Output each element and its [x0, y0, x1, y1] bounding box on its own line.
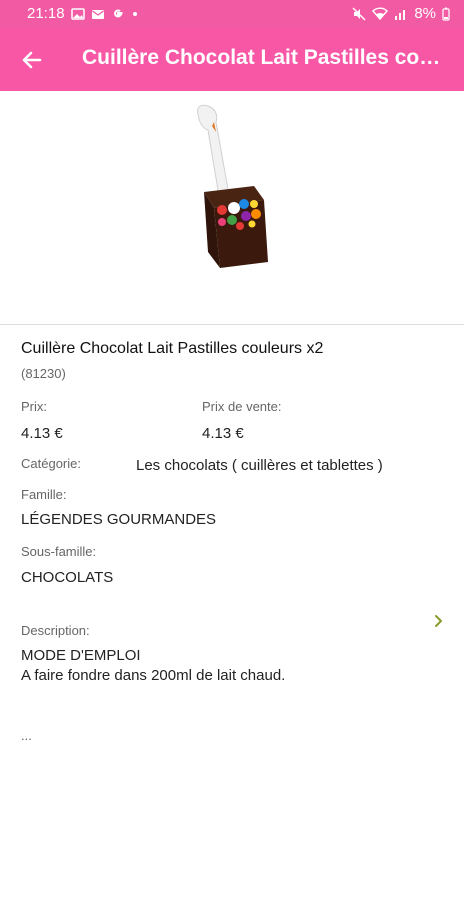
category-label: Catégorie:: [21, 456, 81, 471]
description-line-2: A faire fondre dans 200ml de lait chaud.: [21, 667, 286, 684]
divider: [0, 324, 464, 325]
chevron-right-icon[interactable]: [430, 613, 446, 629]
mute-icon: [352, 7, 366, 20]
sale-price-label: Prix de vente:: [202, 399, 282, 414]
page-title: Cuillère Chocolat Lait Pastilles couleur…: [82, 46, 442, 69]
chocolate-cube-illustration: [204, 186, 268, 268]
status-left: 21:18: [27, 5, 139, 22]
app-bar: Cuillère Chocolat Lait Pastilles couleur…: [0, 28, 464, 91]
clock: 21:18: [27, 5, 65, 22]
family-label: Famille:: [21, 487, 67, 502]
battery-icon: [442, 7, 450, 21]
product-reference: (81230): [21, 366, 66, 381]
product-name: Cuillère Chocolat Lait Pastilles couleur…: [21, 340, 324, 357]
subfamily-label: Sous-famille:: [21, 544, 97, 559]
image-icon: [70, 7, 85, 20]
notification-dot-icon: [132, 11, 137, 16]
wifi-icon: [372, 6, 389, 20]
family-value: LÉGENDES GOURMANDES: [21, 511, 217, 528]
battery-level: 8%: [414, 5, 436, 22]
sale-price-value: 4.13 €: [202, 425, 244, 442]
status-bar: 21:18 8%: [0, 0, 464, 28]
back-button[interactable]: [14, 42, 50, 78]
arrow-left-icon: [22, 51, 42, 69]
category-value: Les chocolats ( cuillères et tablettes ): [136, 457, 383, 474]
description-line-1: MODE D'EMPLOI: [21, 647, 141, 664]
price-value: 4.13 €: [21, 425, 63, 442]
signal-icon: [395, 9, 406, 20]
google-icon: [113, 9, 123, 17]
price-label: Prix:: [21, 399, 47, 414]
status-right: 8%: [352, 5, 450, 22]
subfamily-value: CHOCOLATS: [21, 569, 114, 586]
description-more: ...: [21, 728, 32, 743]
description-label: Description:: [21, 623, 90, 638]
product-image: [136, 100, 328, 288]
mail-icon: [91, 9, 104, 19]
